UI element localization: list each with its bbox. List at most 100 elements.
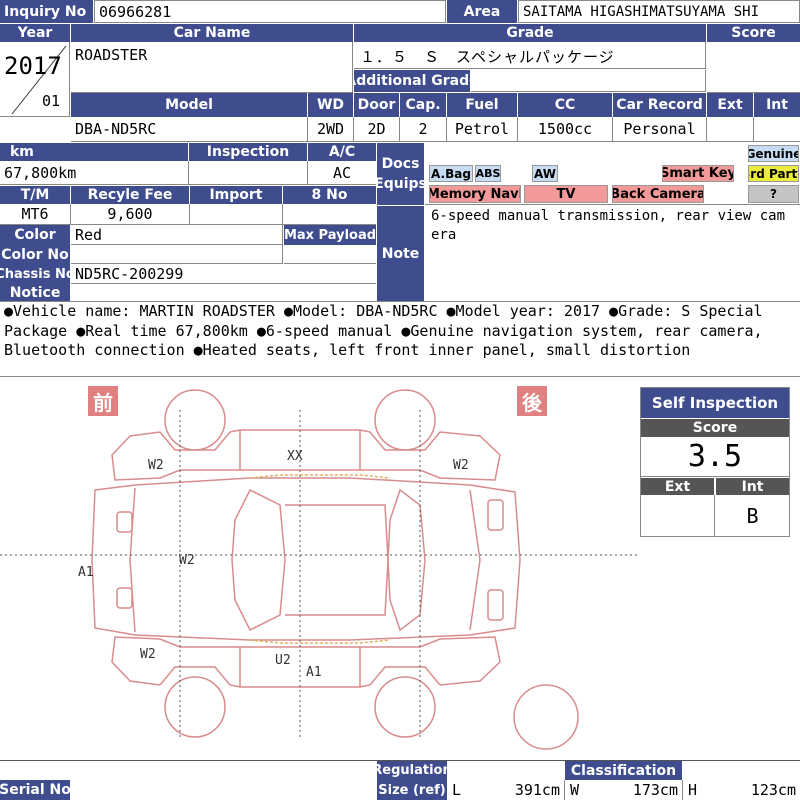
wheel-front-top: [164, 389, 226, 451]
badge-unknown: ?: [748, 185, 799, 203]
self-score-value: 3.5: [641, 437, 789, 477]
badge-third-party: 3rd Party: [748, 165, 799, 182]
year-value: 2017: [4, 52, 62, 80]
inquiry-no-label: Inquiry No: [0, 0, 93, 23]
int-value: [754, 117, 800, 142]
size-ref-label: Size (ref): [377, 780, 447, 800]
taillight-right: [487, 589, 504, 621]
model-value: DBA-ND5RC: [71, 117, 308, 142]
headlight-left: [116, 511, 133, 533]
size-w-value: 173cm: [632, 781, 678, 799]
color-label: Color: [0, 225, 70, 245]
km-value: 67,800km: [0, 161, 189, 185]
size-w-label: W: [570, 781, 580, 799]
windshield: [231, 488, 286, 632]
label-u2-bottom: U2: [275, 653, 291, 668]
serial-no-label: Serial No: [0, 780, 70, 800]
ac-label: A/C: [308, 143, 376, 161]
label-w2-front-bottom: W2: [140, 647, 156, 662]
size-h-label: H: [688, 781, 698, 799]
chassis-no-value: ND5RC-200299: [71, 264, 376, 284]
area-value: SAITAMA HIGASHIMATSUYAMA SHI: [518, 0, 800, 23]
equips-label: Equips: [377, 176, 424, 192]
recycle-fee-label: Recyle Fee: [71, 186, 189, 204]
ext-label: Ext: [707, 93, 753, 117]
size-l-value: 391cm: [514, 781, 560, 799]
self-int-label: Int: [716, 478, 789, 495]
note-label: Note: [377, 206, 424, 301]
badge-smart-key: Smart Key: [662, 165, 734, 182]
label-w2-rear-top: W2: [453, 458, 469, 473]
wheel-rear-bottom: [374, 676, 436, 738]
badge-airbag: A.Bag: [429, 165, 473, 182]
fuel-label: Fuel: [447, 93, 517, 117]
grade-label: Grade: [354, 24, 706, 42]
tm-value: MT6: [0, 204, 71, 225]
size-h-cell: H 123cm: [684, 780, 800, 800]
self-int-value: B: [746, 503, 759, 528]
self-score-label: Score: [641, 419, 789, 437]
ext-value: [707, 117, 754, 142]
model-label: Model: [71, 93, 307, 117]
door-label: Door: [354, 93, 399, 117]
docs-label: Docs: [381, 156, 420, 172]
size-h-value: 123cm: [750, 781, 796, 799]
note-value: 6-speed manual transmission, rear view c…: [431, 208, 786, 243]
docs-equips-label: Docs Equips: [377, 143, 424, 205]
rear-mark: 後: [522, 391, 543, 415]
front-mark: 前: [93, 391, 113, 415]
inspection-label: Inspection: [189, 143, 307, 161]
label-w2-hood: W2: [179, 553, 195, 568]
score-value: [707, 42, 800, 93]
badge-aw: AW: [532, 165, 558, 182]
car-record-label: Car Record: [613, 93, 706, 117]
wd-value: 2WD: [308, 117, 354, 142]
badge-tv: TV: [524, 185, 608, 203]
rear-window: [387, 488, 426, 632]
notice-area: ●Vehicle name: MARTIN ROADSTER ●Model: D…: [0, 301, 800, 377]
year-label: Year: [0, 24, 70, 42]
inspection-value: [189, 161, 308, 185]
badge-abs: ABS: [475, 165, 501, 182]
car-name-value: ROADSTER: [75, 46, 148, 64]
label-a1-bottom: A1: [306, 665, 322, 680]
notice-text: ●Vehicle name: MARTIN ROADSTER ●Model: D…: [4, 302, 772, 359]
equipment-panel: A.Bag ABS AW Smart Key Genuine 3rd Party…: [425, 143, 800, 205]
chassis-no-label: Chassis No: [0, 264, 70, 284]
label-xx-top: XX: [287, 449, 303, 464]
color-value: Red: [71, 225, 283, 245]
ac-value: AC: [308, 161, 376, 185]
car-name-label: Car Name: [71, 24, 353, 42]
self-ext-label: Ext: [641, 478, 714, 495]
fuel-value: Petrol: [447, 117, 518, 142]
taillight-left: [487, 499, 504, 531]
self-inspection-panel: Self Inspection Score 3.5 Ext Int B: [640, 387, 790, 537]
import-label: Import: [190, 186, 282, 204]
grade-cell: １．５ Ｓ スペシャルパッケージ: [354, 42, 706, 69]
cc-label: CC: [518, 93, 612, 117]
eight-no-value: [283, 204, 376, 225]
label-w2-front-top: W2: [148, 458, 164, 473]
wd-label: WD: [308, 93, 353, 117]
cc-value: 1500cc: [518, 117, 613, 142]
max-payload-label: Max Payload: [284, 225, 376, 245]
cap-label: Cap.: [400, 93, 446, 117]
car-outline-diagram: 前 後 W2 XX W2 A1 W2 W2 U2 A1: [0, 386, 640, 750]
km-label: km: [0, 143, 188, 161]
tm-label: T/M: [0, 186, 70, 204]
size-l-cell: L 391cm: [448, 780, 565, 800]
regulation-label: Regulation: [377, 761, 447, 780]
year-cell: 2017 01: [0, 42, 70, 117]
additional-grade-value: [471, 70, 706, 92]
spare-wheel: [513, 684, 579, 750]
size-l-label: L: [452, 781, 462, 799]
self-ext-value: [641, 495, 715, 536]
door-value: 2D: [354, 117, 400, 142]
grade-value: １．５ Ｓ スペシャルパッケージ: [360, 48, 615, 66]
classification-label: Classification: [565, 761, 682, 780]
note-cell: 6-speed manual transmission, rear view c…: [425, 206, 800, 301]
damage-diagram: 前 後 W2 XX W2 A1 W2 W2 U2 A1: [0, 378, 640, 758]
import-value: [190, 204, 283, 225]
badge-back-camera: Back Camera: [612, 185, 704, 203]
inquiry-no-value: 06966281: [94, 0, 446, 23]
